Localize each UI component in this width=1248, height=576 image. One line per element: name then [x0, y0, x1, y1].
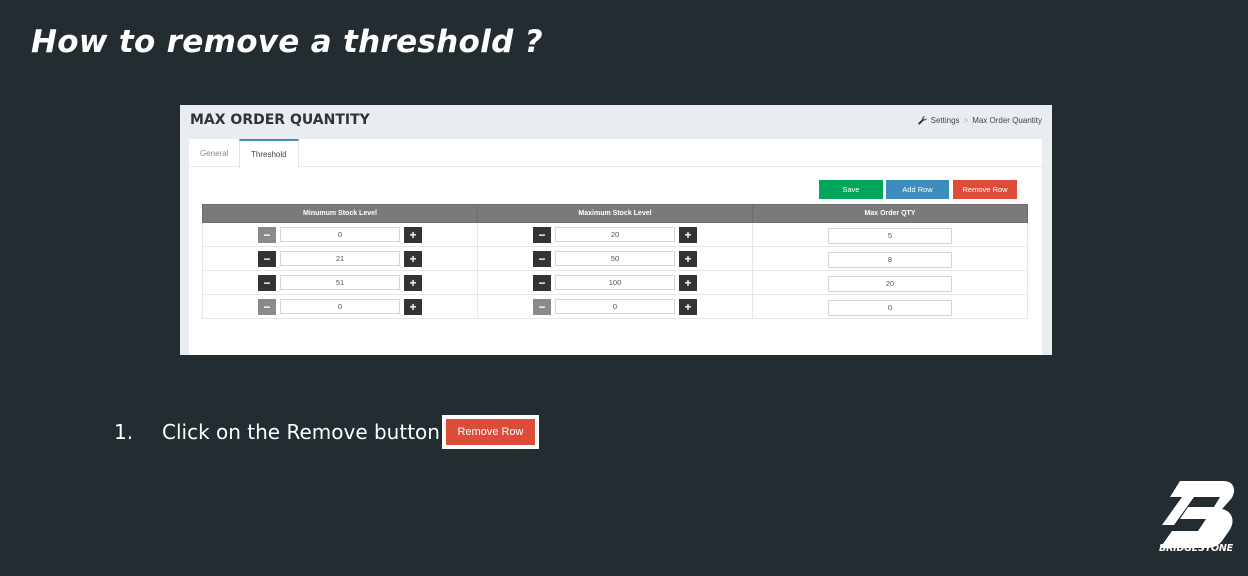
remove-row-example-button: Remove Row — [446, 419, 535, 445]
page-title: MAX ORDER QUANTITY — [190, 112, 370, 128]
table-header-row: Minumum Stock Level Maximum Stock Level … — [202, 204, 1028, 223]
qty-input[interactable]: 0 — [828, 299, 952, 316]
slide-title: How to remove a threshold ? — [31, 24, 543, 60]
plus-icon[interactable]: + — [679, 298, 697, 315]
max-stepper: − 50 + — [533, 250, 697, 267]
max-stepper: − 0 + — [533, 298, 697, 315]
column-header-qty: Max Order QTY — [752, 204, 1028, 223]
plus-icon[interactable]: + — [404, 274, 422, 291]
column-header-min: Minumum Stock Level — [202, 204, 478, 223]
table-row: − 0 + − 0 + 0 — [202, 294, 1028, 319]
tab-general[interactable]: General — [189, 139, 239, 166]
max-input[interactable]: 100 — [555, 275, 675, 290]
max-input[interactable]: 0 — [555, 299, 675, 314]
breadcrumb-separator: > — [963, 116, 969, 125]
tab-threshold[interactable]: Threshold — [239, 139, 299, 168]
plus-icon[interactable]: + — [404, 250, 422, 267]
add-row-button[interactable]: Add Row — [886, 180, 949, 199]
qty-input[interactable]: 5 — [828, 227, 952, 244]
column-header-max: Maximum Stock Level — [477, 204, 753, 223]
min-input[interactable]: 0 — [280, 227, 400, 242]
breadcrumb: Settings > Max Order Quantity — [917, 116, 1042, 125]
max-input[interactable]: 50 — [555, 251, 675, 266]
step-number: 1. — [114, 420, 134, 444]
qty-cell: 5 — [752, 222, 1028, 247]
plus-icon[interactable]: + — [679, 226, 697, 243]
qty-input[interactable]: 8 — [828, 251, 952, 268]
table-row: − 0 + − 20 + 5 — [202, 222, 1028, 247]
plus-icon[interactable]: + — [679, 274, 697, 291]
min-cell: − 0 + — [202, 294, 478, 319]
minus-icon[interactable]: − — [533, 226, 551, 243]
min-cell: − 0 + — [202, 222, 478, 247]
min-stepper: − 0 + — [258, 226, 422, 243]
table-row: − 51 + − 100 + 20 — [202, 270, 1028, 295]
plus-icon[interactable]: + — [679, 250, 697, 267]
max-cell: − 100 + — [477, 270, 753, 295]
breadcrumb-settings[interactable]: Settings — [931, 116, 960, 125]
minus-icon[interactable]: − — [258, 274, 276, 291]
minus-icon[interactable]: − — [258, 298, 276, 315]
breadcrumb-current: Max Order Quantity — [972, 116, 1042, 125]
save-button[interactable]: Save — [819, 180, 883, 199]
min-input[interactable]: 0 — [280, 299, 400, 314]
min-stepper: − 51 + — [258, 274, 422, 291]
min-stepper: − 0 + — [258, 298, 422, 315]
minus-icon[interactable]: − — [533, 250, 551, 267]
remove-row-example-frame: Remove Row — [442, 415, 539, 449]
table-row: − 21 + − 50 + 8 — [202, 246, 1028, 271]
qty-cell: 20 — [752, 270, 1028, 295]
min-stepper: − 21 + — [258, 250, 422, 267]
plus-icon[interactable]: + — [404, 298, 422, 315]
qty-cell: 8 — [752, 246, 1028, 271]
min-input[interactable]: 21 — [280, 251, 400, 266]
max-cell: − 20 + — [477, 222, 753, 247]
max-stepper: − 100 + — [533, 274, 697, 291]
max-input[interactable]: 20 — [555, 227, 675, 242]
max-cell: − 0 + — [477, 294, 753, 319]
minus-icon[interactable]: − — [258, 250, 276, 267]
remove-row-button[interactable]: Remove Row — [953, 180, 1017, 199]
min-cell: − 21 + — [202, 246, 478, 271]
plus-icon[interactable]: + — [404, 226, 422, 243]
max-cell: − 50 + — [477, 246, 753, 271]
qty-input[interactable]: 20 — [828, 275, 952, 292]
content-header: MAX ORDER QUANTITY Settings > Max Order … — [180, 105, 1052, 139]
max-stepper: − 20 + — [533, 226, 697, 243]
minus-icon[interactable]: − — [258, 226, 276, 243]
threshold-panel: General Threshold Save Add Row Remove Ro… — [189, 139, 1042, 355]
minus-icon[interactable]: − — [533, 274, 551, 291]
threshold-table: Minumum Stock Level Maximum Stock Level … — [202, 204, 1028, 319]
minus-icon[interactable]: − — [533, 298, 551, 315]
tab-bar: General Threshold — [189, 139, 1042, 168]
min-cell: − 51 + — [202, 270, 478, 295]
app-screenshot: MAX ORDER QUANTITY Settings > Max Order … — [180, 105, 1052, 355]
step-text: Click on the Remove button — [162, 420, 440, 444]
min-input[interactable]: 51 — [280, 275, 400, 290]
wrench-icon — [917, 116, 927, 125]
brand-wordmark: BRIDGESTONE — [1159, 543, 1233, 554]
qty-cell: 0 — [752, 294, 1028, 319]
